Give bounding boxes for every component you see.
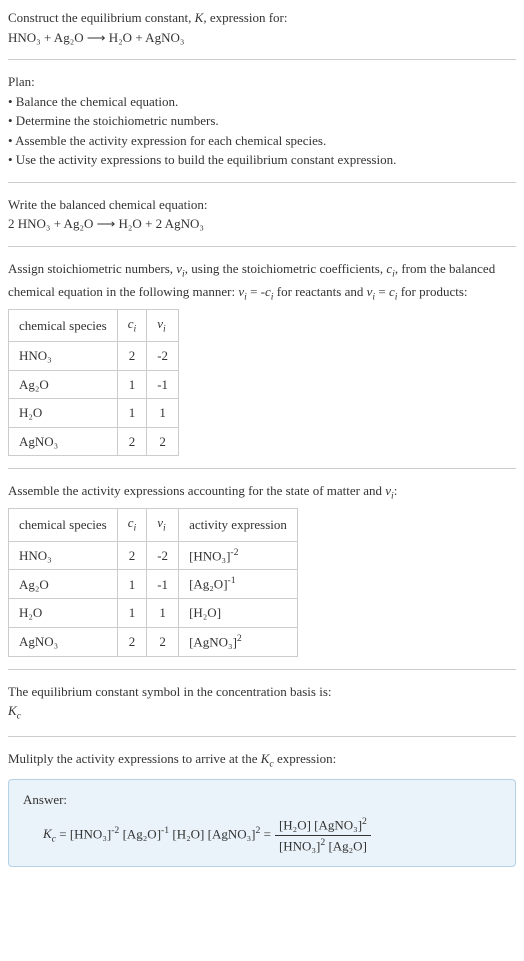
multiply-line: Mulitply the activity expressions to arr… bbox=[8, 749, 516, 772]
cell-ci: 1 bbox=[117, 399, 147, 428]
basis-section: The equilibrium constant symbol in the c… bbox=[8, 682, 516, 725]
table-row: AgNO₃ 2 2 bbox=[9, 427, 179, 456]
answer-fraction: [H₂O] [AgNO₃]2 [HNO₃]2 [Ag₂O] bbox=[275, 815, 371, 856]
balanced-title: Write the balanced chemical equation: bbox=[8, 195, 516, 215]
table-row: HNO₃ 2 -2 bbox=[9, 342, 179, 371]
cell-ci: 2 bbox=[117, 627, 147, 656]
cell-expr: [Ag₂O]-1 bbox=[179, 570, 298, 599]
balanced-section: Write the balanced chemical equation: 2 … bbox=[8, 195, 516, 234]
cell-expr: [AgNO₃]2 bbox=[179, 627, 298, 656]
col-ci: ci bbox=[117, 309, 147, 341]
cell-ci: 1 bbox=[117, 599, 147, 628]
cell-species: HNO₃ bbox=[9, 342, 118, 371]
table-header-row: chemical species ci νi bbox=[9, 309, 179, 341]
plan-bullet: • Balance the chemical equation. bbox=[8, 92, 516, 112]
cell-species: AgNO₃ bbox=[9, 427, 118, 456]
divider bbox=[8, 736, 516, 737]
cell-vi: -2 bbox=[147, 342, 179, 371]
plan-bullet: • Assemble the activity expression for e… bbox=[8, 131, 516, 151]
cell-ci: 1 bbox=[117, 570, 147, 599]
cell-vi: 1 bbox=[147, 399, 179, 428]
activity-intro: Assemble the activity expressions accoun… bbox=[8, 481, 516, 504]
answer-lhs: Kc = [HNO₃]-2 [Ag₂O]-1 [H₂O] [AgNO₃]2 = bbox=[43, 824, 271, 848]
plan-section: Plan: • Balance the chemical equation. •… bbox=[8, 72, 516, 170]
table-row: Ag₂O 1 -1 bbox=[9, 370, 179, 399]
table-row: Ag₂O 1 -1 [Ag₂O]-1 bbox=[9, 570, 298, 599]
expr-base: [AgNO₃] bbox=[189, 634, 237, 649]
expr-exp: 2 bbox=[237, 633, 242, 644]
cell-species: HNO₃ bbox=[9, 541, 118, 570]
plan-bullet: • Use the activity expressions to build … bbox=[8, 150, 516, 170]
cell-ci: 1 bbox=[117, 370, 147, 399]
header-equation: HNO₃ + Ag₂O ⟶ H₂O + AgNO₃ bbox=[8, 28, 516, 48]
divider bbox=[8, 182, 516, 183]
cell-expr: [HNO₃]-2 bbox=[179, 541, 298, 570]
plan-bullet: • Determine the stoichiometric numbers. bbox=[8, 111, 516, 131]
cell-vi: 1 bbox=[147, 599, 179, 628]
cell-vi: -1 bbox=[147, 370, 179, 399]
col-species: chemical species bbox=[9, 509, 118, 541]
table-header-row: chemical species ci νi activity expressi… bbox=[9, 509, 298, 541]
construct-title: Construct the equilibrium constant, K, e… bbox=[8, 8, 516, 28]
table-row: H₂O 1 1 [H₂O] bbox=[9, 599, 298, 628]
col-activity: activity expression bbox=[179, 509, 298, 541]
col-vi: νi bbox=[147, 309, 179, 341]
cell-species: Ag₂O bbox=[9, 370, 118, 399]
fraction-denominator: [HNO₃]2 [Ag₂O] bbox=[275, 836, 371, 856]
col-vi: νi bbox=[147, 509, 179, 541]
table-row: HNO₃ 2 -2 [HNO₃]-2 bbox=[9, 541, 298, 570]
multiply-section: Mulitply the activity expressions to arr… bbox=[8, 749, 516, 866]
cell-species: H₂O bbox=[9, 399, 118, 428]
balanced-equation: 2 HNO₃ + Ag₂O ⟶ H₂O + 2 AgNO₃ bbox=[8, 214, 516, 234]
expr-exp: -1 bbox=[228, 575, 236, 586]
answer-label: Answer: bbox=[23, 790, 501, 810]
stoich-table: chemical species ci νi HNO₃ 2 -2 Ag₂O 1 … bbox=[8, 309, 179, 456]
basis-symbol: Kc bbox=[8, 701, 516, 724]
cell-vi: -1 bbox=[147, 570, 179, 599]
cell-expr: [H₂O] bbox=[179, 599, 298, 628]
divider bbox=[8, 246, 516, 247]
answer-equation: Kc = [HNO₃]-2 [Ag₂O]-1 [H₂O] [AgNO₃]2 = … bbox=[23, 815, 501, 856]
expr-base: [HNO₃] bbox=[189, 548, 230, 563]
divider bbox=[8, 669, 516, 670]
divider bbox=[8, 468, 516, 469]
table-row: H₂O 1 1 bbox=[9, 399, 179, 428]
cell-vi: 2 bbox=[147, 427, 179, 456]
activity-section: Assemble the activity expressions accoun… bbox=[8, 481, 516, 656]
plan-title: Plan: bbox=[8, 72, 516, 92]
header-section: Construct the equilibrium constant, K, e… bbox=[8, 8, 516, 47]
cell-ci: 2 bbox=[117, 342, 147, 371]
cell-species: Ag₂O bbox=[9, 570, 118, 599]
cell-vi: -2 bbox=[147, 541, 179, 570]
fraction-numerator: [H₂O] [AgNO₃]2 bbox=[275, 815, 371, 836]
cell-ci: 2 bbox=[117, 427, 147, 456]
cell-species: H₂O bbox=[9, 599, 118, 628]
col-ci: ci bbox=[117, 509, 147, 541]
basis-line: The equilibrium constant symbol in the c… bbox=[8, 682, 516, 702]
cell-vi: 2 bbox=[147, 627, 179, 656]
expr-exp: -2 bbox=[230, 547, 238, 558]
divider bbox=[8, 59, 516, 60]
answer-box: Answer: Kc = [HNO₃]-2 [Ag₂O]-1 [H₂O] [Ag… bbox=[8, 779, 516, 867]
activity-table: chemical species ci νi activity expressi… bbox=[8, 508, 298, 656]
cell-ci: 2 bbox=[117, 541, 147, 570]
col-species: chemical species bbox=[9, 309, 118, 341]
expr-base: [Ag₂O] bbox=[189, 577, 227, 592]
stoich-intro: Assign stoichiometric numbers, νi, using… bbox=[8, 259, 516, 305]
cell-species: AgNO₃ bbox=[9, 627, 118, 656]
expr-base: [H₂O] bbox=[189, 605, 221, 620]
table-row: AgNO₃ 2 2 [AgNO₃]2 bbox=[9, 627, 298, 656]
stoich-section: Assign stoichiometric numbers, νi, using… bbox=[8, 259, 516, 457]
